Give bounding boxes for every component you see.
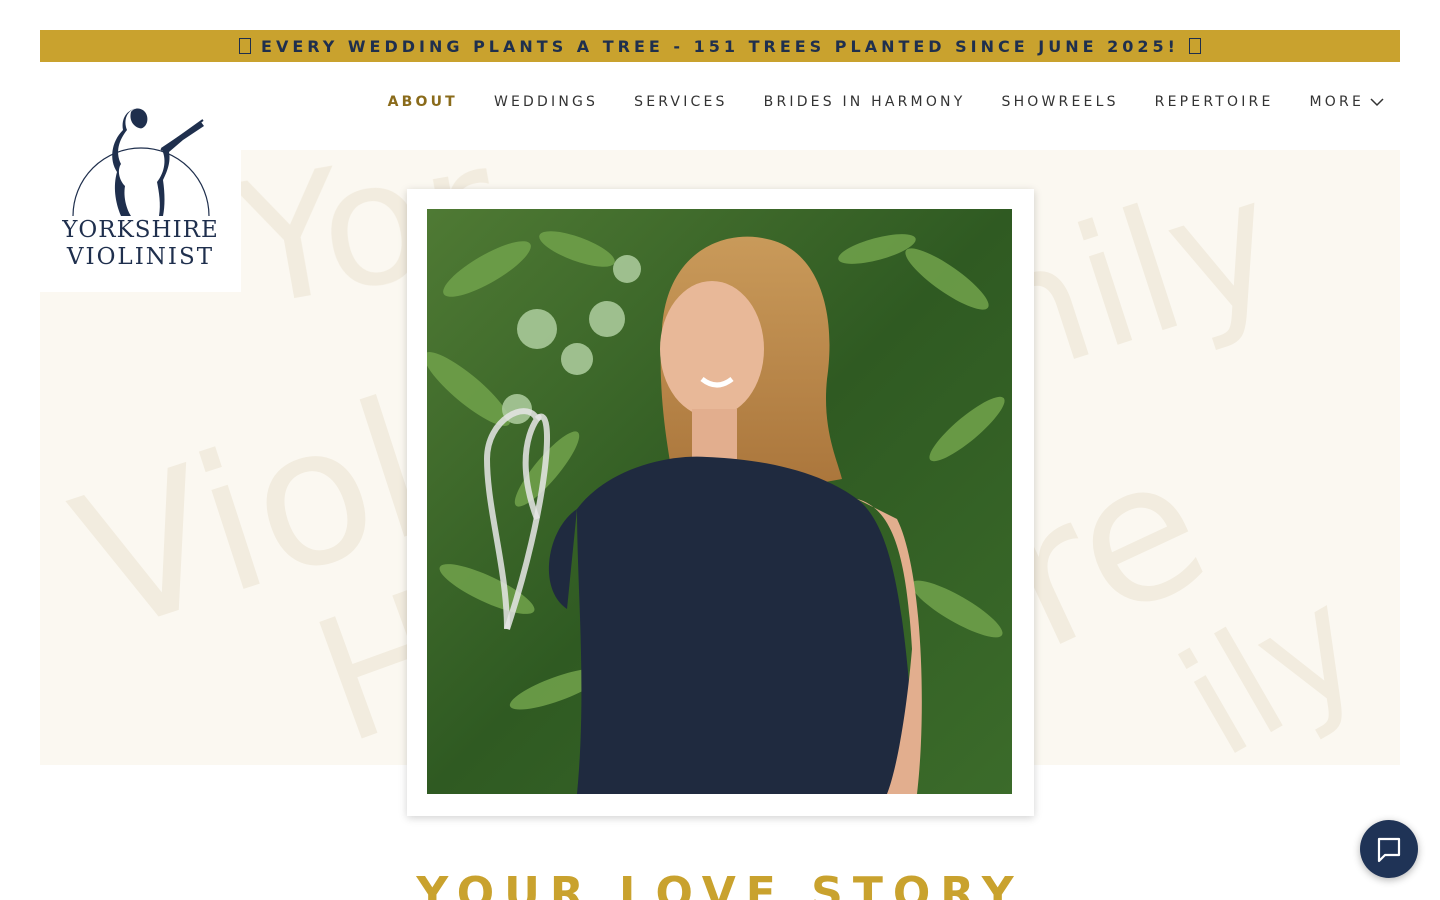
unknown-glyph-icon bbox=[239, 38, 252, 54]
nav-item-brides-in-harmony[interactable]: BRIDES IN HARMONY bbox=[764, 94, 966, 110]
nav-item-about[interactable]: ABOUT bbox=[388, 94, 458, 110]
hero-photo-frame bbox=[407, 189, 1034, 816]
violinist-silhouette-icon bbox=[71, 108, 210, 217]
nav-item-services[interactable]: SERVICES bbox=[634, 94, 728, 110]
hero-photo bbox=[427, 209, 1012, 794]
chat-button[interactable] bbox=[1360, 820, 1418, 878]
logo-wordmark: YORKSHIRE VIOLINIST bbox=[62, 217, 219, 271]
chevron-down-icon bbox=[1370, 98, 1384, 107]
hero-headline: YOUR LOVE STORY bbox=[416, 868, 1024, 900]
logo-line-2: VIOLINIST bbox=[66, 244, 215, 271]
nav-item-repertoire[interactable]: REPERTOIRE bbox=[1155, 94, 1274, 110]
nav-item-more-label: MORE bbox=[1309, 94, 1364, 110]
portrait-photo-illustration bbox=[427, 209, 1012, 794]
site-logo[interactable]: YORKSHIRE VIOLINIST bbox=[40, 96, 241, 292]
unknown-glyph-icon bbox=[1188, 38, 1201, 54]
main-nav: ABOUT WEDDINGS SERVICES BRIDES IN HARMON… bbox=[388, 94, 1384, 110]
promo-banner-text: EVERY WEDDING PLANTS A TREE - 151 TREES … bbox=[261, 36, 1179, 56]
nav-item-weddings[interactable]: WEDDINGS bbox=[494, 94, 598, 110]
promo-banner: EVERY WEDDING PLANTS A TREE - 151 TREES … bbox=[40, 30, 1400, 62]
logo-line-1: YORKSHIRE bbox=[62, 217, 219, 243]
nav-item-showreels[interactable]: SHOWREELS bbox=[1001, 94, 1118, 110]
nav-item-more[interactable]: MORE bbox=[1310, 94, 1384, 110]
chat-bubble-icon bbox=[1377, 837, 1401, 863]
